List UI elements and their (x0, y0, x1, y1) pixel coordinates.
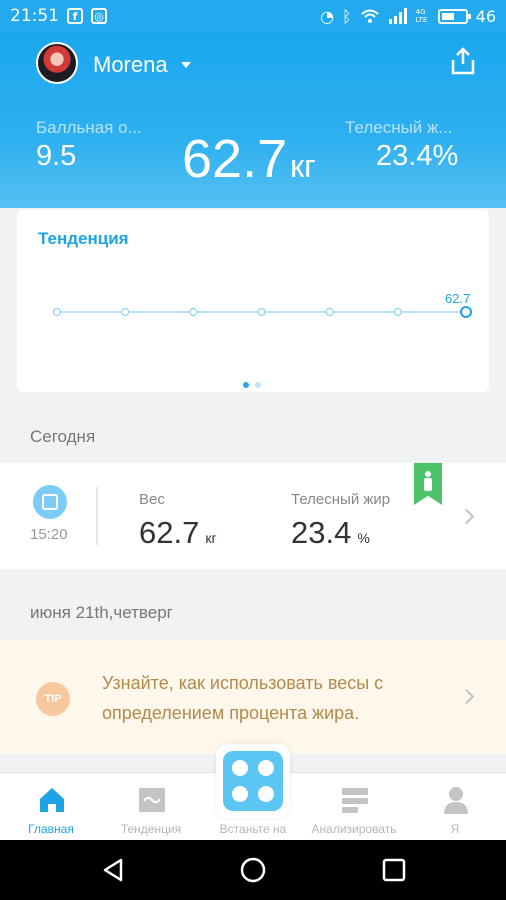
trend-point-label: 62.7 (445, 291, 470, 306)
record-weight-value: 62.7 (139, 515, 200, 550)
trend-card[interactable]: Тенденция 62.7 (17, 210, 489, 392)
record-fat-unit: % (357, 530, 370, 546)
analyze-icon (342, 788, 368, 813)
system-nav-bar (0, 840, 506, 900)
tip-badge: TIP (36, 682, 70, 716)
nav-label: Встаньте на (219, 822, 287, 836)
record-time: 15:20 (30, 526, 68, 543)
trend-point (121, 307, 130, 317)
instagram-icon: ◎ (91, 8, 107, 24)
scale-icon (223, 751, 283, 811)
pager-dot (255, 382, 261, 388)
trend-title: Тенденция (38, 229, 129, 248)
trend-point (325, 307, 334, 317)
today-section-title: Сегодня (30, 427, 96, 446)
record-fat-label: Телесный жир (291, 491, 391, 508)
divider (96, 487, 98, 545)
chevron-right-icon[interactable] (458, 508, 475, 525)
profile-icon (444, 787, 468, 814)
score-value: 9.5 (36, 140, 77, 172)
status-bar: 21:51 f ◎ ◔ ᛒ 4G LTE 46 (0, 0, 506, 32)
today-record[interactable]: 15:20 Вес 62.7 кг Телесный жир 23.4% (0, 463, 506, 569)
profile-header: Morena Балльная о... 9.5 62.7кг Телесный… (0, 32, 506, 208)
date-section-title: июня 21th,четверг (30, 603, 173, 622)
user-name[interactable]: Morena (93, 52, 168, 78)
nav-home[interactable]: Главная (1, 773, 101, 841)
record-weight: 62.7 кг (139, 515, 217, 551)
current-weight: 62.7кг (182, 128, 316, 190)
nav-analyze[interactable]: Анализировать (304, 773, 404, 841)
trend-point (189, 307, 198, 317)
bluetooth-icon: ᛒ (342, 6, 352, 26)
nav-label: Главная (28, 822, 74, 836)
nav-label: Я (450, 822, 460, 836)
tip-text: Узнайте, как использовать весы с определ… (102, 673, 384, 723)
score-label: Балльная о... (36, 118, 142, 137)
signal-icon (388, 8, 407, 24)
lte-icon: 4G LTE (415, 8, 428, 24)
home-circle-icon[interactable] (239, 856, 267, 884)
battery-percent: 46 (475, 6, 496, 26)
body-type-bookmark-icon (414, 463, 442, 505)
scale-icon (33, 485, 67, 519)
nav-me[interactable]: Я (405, 773, 505, 841)
back-icon[interactable] (100, 857, 126, 883)
trend-point (393, 307, 402, 317)
record-fat-value: 23.4 (291, 515, 352, 550)
record-fat: 23.4% (291, 515, 370, 551)
chevron-right-icon[interactable] (458, 688, 475, 705)
trend-point (460, 306, 472, 318)
tip-card[interactable]: TIP Узнайте, как использовать весы с опр… (0, 640, 506, 754)
trend-chart: 62.7 (52, 291, 472, 318)
share-icon[interactable] (448, 46, 478, 76)
trend-point (257, 307, 266, 317)
nav-label: Тенденция (120, 822, 182, 836)
nav-label: Анализировать (311, 822, 397, 836)
fat-label: Телесный ж... (345, 118, 453, 137)
chevron-down-icon[interactable] (181, 62, 191, 68)
avatar[interactable] (36, 42, 78, 84)
pager-dot (243, 382, 249, 388)
wifi-icon (360, 9, 379, 23)
data-saver-icon: ◔ (320, 6, 335, 26)
weight-unit: кг (290, 148, 316, 184)
nav-trend[interactable]: Тенденция (101, 773, 201, 841)
record-weight-label: Вес (139, 491, 165, 508)
trend-icon (139, 788, 165, 812)
facebook-icon: f (67, 8, 83, 24)
battery-level (441, 12, 454, 20)
home-icon (40, 788, 64, 812)
step-on-scale-button[interactable] (216, 744, 290, 818)
fat-value: 23.4% (376, 140, 459, 172)
status-time: 21:51 (10, 6, 59, 26)
trend-point (52, 307, 62, 317)
record-weight-unit: кг (205, 530, 217, 546)
weight-value: 62.7 (182, 129, 288, 189)
pager-dots (243, 382, 261, 388)
battery-icon (437, 8, 471, 24)
recents-icon[interactable] (381, 857, 407, 883)
